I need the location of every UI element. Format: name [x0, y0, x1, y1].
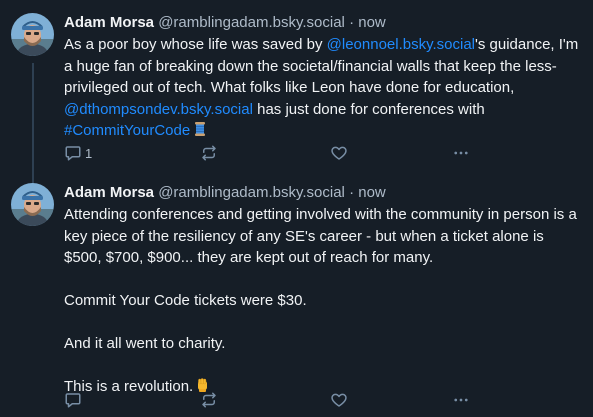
post-body: Attending conferences and getting involv… — [64, 204, 579, 400]
repost-icon — [202, 392, 216, 408]
post-item[interactable]: Adam Morsa @ramblingadam.bsky.social · n… — [0, 0, 593, 408]
reply-button[interactable] — [64, 391, 200, 409]
post-paragraph: And it all went to charity. — [64, 335, 226, 352]
post-timestamp[interactable]: now — [358, 184, 386, 201]
post-header: Adam Morsa @ramblingadam.bsky.social · n… — [64, 183, 579, 203]
thread-feed: Adam Morsa @ramblingadam.bsky.social · n… — [0, 0, 593, 417]
post-paragraph: Attending conferences and getting involv… — [64, 206, 577, 266]
heart-icon — [331, 393, 347, 407]
repost-button[interactable] — [200, 391, 330, 409]
reply-icon — [65, 393, 81, 408]
author-handle[interactable]: @ramblingadam.bsky.social — [158, 184, 345, 201]
avatar-column — [11, 183, 56, 400]
more-dots-icon — [454, 398, 468, 402]
post-actions — [64, 391, 474, 409]
post-content: Adam Morsa @ramblingadam.bsky.social · n… — [64, 183, 579, 400]
header-separator: · — [349, 184, 355, 201]
post-paragraph: Commit Your Code tickets were $30. — [64, 292, 307, 309]
more-options-button[interactable] — [452, 391, 474, 409]
avatar-image — [11, 183, 54, 226]
author-name[interactable]: Adam Morsa — [64, 184, 154, 201]
avatar[interactable] — [11, 183, 54, 226]
like-button[interactable] — [330, 391, 452, 409]
